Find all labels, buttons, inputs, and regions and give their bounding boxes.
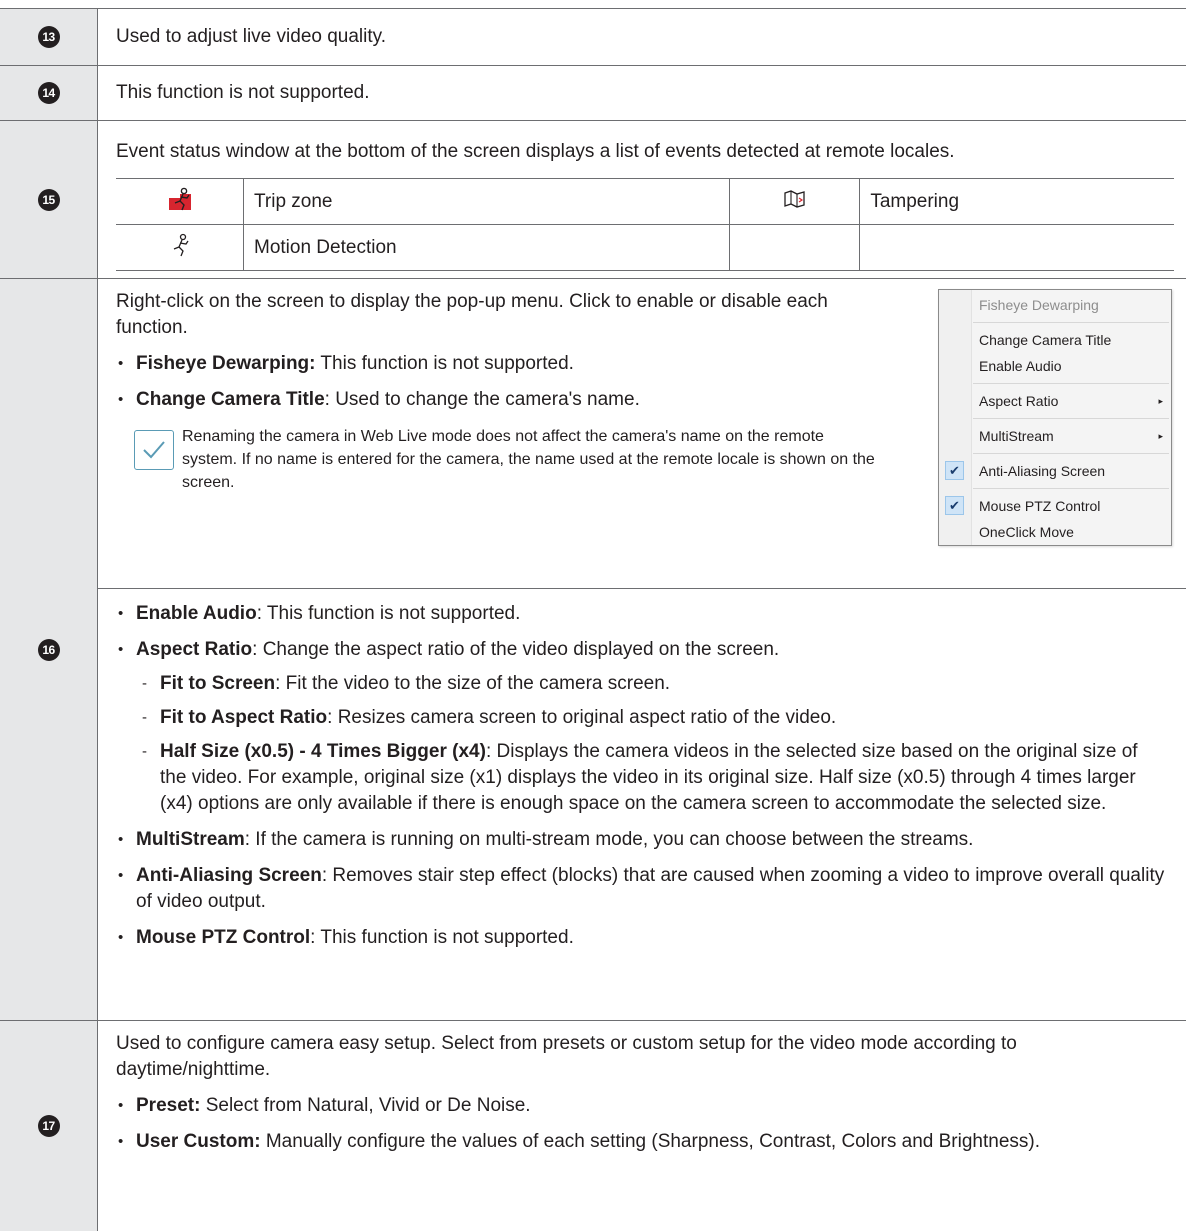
row-content: Event status window at the bottom of the… (98, 121, 1186, 271)
row-content: Used to adjust live video quality. (98, 9, 1186, 50)
row-content: Used to configure camera easy setup. Sel… (98, 1021, 1186, 1155)
row-number-badge: 17 (37, 1115, 60, 1137)
event-label: Trip zone (243, 178, 730, 225)
submenu-arrow-icon: ▸ (1158, 431, 1163, 441)
list-item: User Custom: Manually configure the valu… (116, 1129, 1168, 1155)
row-intro: Right-click on the screen to display the… (116, 291, 828, 338)
event-label: Tampering (859, 178, 1174, 225)
event-icon-cell (116, 178, 244, 225)
event-label-empty (859, 224, 1174, 271)
note: Renaming the camera in Web Live mode doe… (116, 425, 882, 494)
row-number-badge: 16 (37, 638, 60, 661)
menu-item-fisheye-dewarping[interactable]: Fisheye Dewarping (939, 292, 1171, 318)
document: 13 Used to adjust live video quality. 14… (0, 8, 1186, 1231)
menu-item-aspect-ratio[interactable]: Aspect Ratio ▸ (939, 388, 1171, 414)
list-item: Anti-Aliasing Screen: Removes stair step… (116, 863, 1168, 915)
menu-separator (973, 453, 1169, 454)
row-number-badge: 13 (37, 26, 60, 48)
note-text: Renaming the camera in Web Live mode doe… (182, 428, 875, 491)
table-row: Motion Detection (116, 224, 1174, 271)
list-item: Enable Audio: This function is not suppo… (116, 601, 1168, 627)
row-number-badge: 14 (37, 82, 60, 104)
sub-list-item: Fit to Screen: Fit the video to the size… (142, 671, 1168, 697)
submenu-arrow-icon: ▸ (1158, 396, 1163, 406)
row-content-lower: Enable Audio: This function is not suppo… (98, 589, 1186, 951)
motion-detection-icon (168, 233, 192, 262)
row-13: 13 Used to adjust live video quality. (0, 8, 1186, 65)
row-number-cell: 15 (0, 121, 98, 278)
menu-item-multistream[interactable]: MultiStream ▸ (939, 423, 1171, 449)
bullet-list: Preset: Select from Natural, Vivid or De… (116, 1093, 1168, 1155)
menu-separator (973, 488, 1169, 489)
row-text: Event status window at the bottom of the… (116, 141, 955, 162)
menu-item-mouse-ptz-control[interactable]: ✔ Mouse PTZ Control (939, 493, 1171, 519)
row-text: Used to adjust live video quality. (116, 26, 387, 47)
event-label: Motion Detection (243, 224, 730, 271)
list-item: Mouse PTZ Control: This function is not … (116, 925, 1168, 951)
table-row: Trip zone Tampering (116, 178, 1174, 225)
row-intro: Used to configure camera easy setup. Sel… (116, 1033, 1017, 1080)
menu-item-anti-aliasing-screen[interactable]: ✔ Anti-Aliasing Screen (939, 458, 1171, 484)
event-icon-cell (729, 178, 861, 225)
row-content: This function is not supported. (98, 66, 1186, 106)
row-text: This function is not supported. (116, 82, 370, 103)
event-icon-table: Trip zone Tampering Motion Detection (116, 178, 1174, 271)
menu-item-change-camera-title[interactable]: Change Camera Title (939, 327, 1171, 353)
menu-separator (973, 418, 1169, 419)
menu-separator (973, 322, 1169, 323)
row-15: 15 Event status window at the bottom of … (0, 120, 1186, 278)
trip-zone-icon (167, 187, 193, 217)
row-number-badge: 15 (37, 188, 60, 211)
menu-separator (973, 383, 1169, 384)
tampering-icon (783, 189, 807, 213)
row-number-cell: 13 (0, 9, 98, 65)
row-number-cell: 17 (0, 1021, 98, 1231)
row-number-cell: 14 (0, 66, 98, 120)
bullet-list: Enable Audio: This function is not suppo… (116, 601, 1168, 951)
row-content-upper: Right-click on the screen to display the… (98, 279, 1186, 589)
list-item: Preset: Select from Natural, Vivid or De… (116, 1093, 1168, 1119)
event-icon-cell (116, 224, 244, 271)
row-17: 17 Used to configure camera easy setup. … (0, 1020, 1186, 1231)
list-item: Aspect Ratio: Change the aspect ratio of… (116, 637, 1168, 817)
sub-list-item: Half Size (x0.5) - 4 Times Bigger (x4): … (142, 739, 1168, 817)
menu-item-enable-audio[interactable]: Enable Audio (939, 353, 1171, 379)
sub-list: Fit to Screen: Fit the video to the size… (116, 671, 1168, 817)
context-menu: Fisheye Dewarping Change Camera Title En… (938, 289, 1172, 546)
row-16: 16 Right-click on the screen to display … (0, 278, 1186, 1020)
list-item: MultiStream: If the camera is running on… (116, 827, 1168, 853)
checkmark-icon: ✔ (945, 496, 964, 515)
row-number-cell: 16 (0, 279, 98, 1020)
menu-item-oneclick-move[interactable]: OneClick Move (939, 519, 1171, 545)
row-14: 14 This function is not supported. (0, 65, 1186, 120)
sub-list-item: Fit to Aspect Ratio: Resizes camera scre… (142, 705, 1168, 731)
event-icon-cell-empty (729, 224, 861, 271)
checkmark-icon: ✔ (945, 461, 964, 480)
check-note-icon (134, 430, 174, 470)
